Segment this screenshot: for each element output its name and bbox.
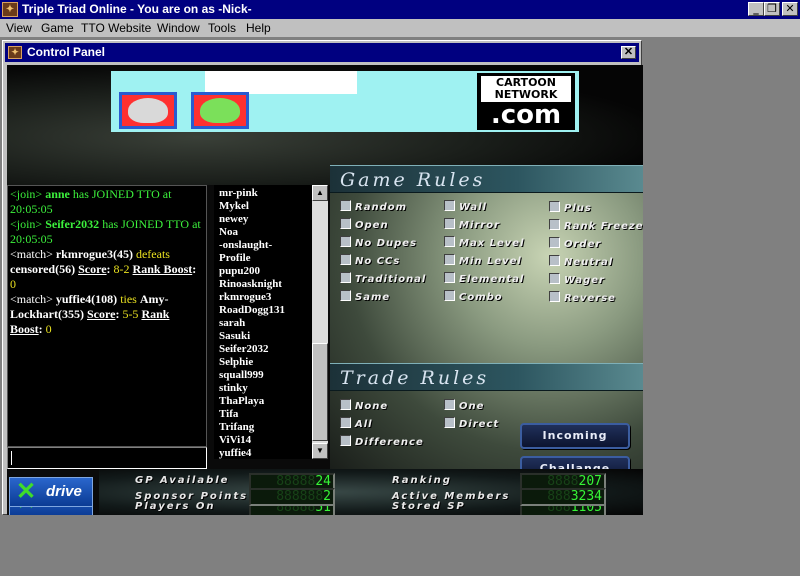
user-item[interactable]: stinky [219, 382, 307, 395]
user-item[interactable]: squall999 [219, 369, 307, 382]
tto-app-icon[interactable]: ✦ [2, 2, 18, 17]
user-item[interactable]: Seifer2032 [219, 343, 307, 356]
trade-rule-checkbox[interactable]: None [340, 399, 388, 414]
trade-rule-checkbox[interactable]: Direct [444, 417, 499, 432]
user-item[interactable]: Trifang [219, 421, 307, 434]
sponsor-banner[interactable]: CARTOON NETWORK .com [111, 71, 579, 132]
user-item[interactable]: yuffie4 [219, 447, 307, 459]
rule-checkbox[interactable]: Reverse [549, 291, 616, 306]
control-panel-title-bar[interactable]: ✦ Control Panel ✕ [5, 43, 639, 62]
user-item[interactable]: -onslaught- [219, 239, 307, 252]
menu-bar: View Game TTO Website Window Tools Help [0, 19, 800, 38]
restore-button[interactable]: ❐ [764, 2, 780, 16]
cartoon-network-logo[interactable]: CARTOON NETWORK .com [477, 73, 575, 130]
user-item[interactable]: sarah [219, 317, 307, 330]
rule-checkbox[interactable]: Elemental [444, 272, 524, 287]
active-members-value: 8883234 [520, 488, 606, 506]
close-app-button[interactable]: ✕ [782, 2, 798, 16]
powerpuff-thumbnail[interactable] [191, 92, 249, 129]
rule-checkbox[interactable]: No Dupes [340, 236, 417, 251]
rule-checkbox[interactable]: Combo [444, 290, 503, 305]
rule-checkbox[interactable]: Same [340, 290, 390, 305]
user-item[interactable]: Mykel [219, 200, 307, 213]
user-item[interactable]: ThaPlaya [219, 395, 307, 408]
user-item[interactable]: Profile [219, 252, 307, 265]
rule-checkbox[interactable]: Order [549, 237, 601, 252]
user-list[interactable]: mr-pink Mykel newey Noa -onslaught- Prof… [214, 185, 312, 459]
chat-message: <join> anne has JOINED TTO at 20:05:05 [10, 187, 172, 216]
chat-log[interactable]: <join> anne has JOINED TTO at 20:05:05 <… [7, 185, 207, 447]
text-caret [11, 451, 12, 465]
scroll-down-arrow-icon[interactable]: ▼ [312, 443, 328, 459]
sponsor-points-label: Sponsor Points [135, 491, 249, 502]
gp-available-label: GP Available [135, 475, 230, 486]
rule-checkbox[interactable]: No CCs [340, 254, 400, 269]
xdrive-button-2[interactable]: ✕ drive [9, 477, 93, 507]
ranking-label: Ranking [392, 475, 452, 486]
user-item[interactable]: Noa [219, 226, 307, 239]
rule-checkbox[interactable]: Traditional [340, 272, 426, 287]
menu-tto-website[interactable]: TTO Website [81, 19, 151, 38]
user-item[interactable]: Tifa [219, 408, 307, 421]
tto-window-icon: ✦ [8, 46, 22, 59]
rule-checkbox[interactable]: Max Level [444, 236, 525, 251]
user-item[interactable]: mr-pink [219, 187, 307, 200]
active-members-label: Active Members [392, 491, 511, 502]
rule-checkbox[interactable]: Min Level [444, 254, 522, 269]
bugs-bunny-thumbnail[interactable] [119, 92, 177, 129]
chat-message: <match> yuffie4(108) ties Amy-Lockhart(3… [10, 292, 170, 336]
chat-message: <match> rkmrogue3(45) defeats censored(5… [10, 247, 197, 291]
control-panel-title: Control Panel [27, 45, 106, 59]
chat-input[interactable] [7, 447, 207, 469]
app-title-bar: ✦ Triple Triad Online - You are on as -N… [0, 0, 800, 19]
user-item[interactable]: rkmrogue3 [219, 291, 307, 304]
menu-view[interactable]: View [6, 19, 32, 38]
incoming-button[interactable]: Incoming [520, 423, 630, 449]
close-panel-button[interactable]: ✕ [621, 46, 636, 59]
rule-checkbox[interactable]: Mirror [444, 218, 500, 233]
chat-message: <join> Seifer2032 has JOINED TTO at 20:0… [10, 217, 201, 246]
user-item[interactable]: RoadDogg131 [219, 304, 307, 317]
minimize-button[interactable]: _ [748, 2, 764, 16]
user-item[interactable]: Rinoasknight [219, 278, 307, 291]
scroll-thumb[interactable] [312, 343, 328, 441]
trade-rule-checkbox[interactable]: All [340, 417, 373, 432]
rules-panel: Game Rules Random Open No Dupes No CCs T… [330, 165, 643, 482]
user-item[interactable]: pupu200 [219, 265, 307, 278]
menu-game[interactable]: Game [41, 19, 74, 38]
menu-window[interactable]: Window [157, 19, 200, 38]
control-panel-window: ✦ Control Panel ✕ CARTOON NETWORK .com <… [2, 40, 643, 515]
app-title: Triple Triad Online - You are on as -Nic… [22, 2, 252, 16]
banner-blank-strip [205, 71, 357, 94]
user-list-scrollbar[interactable]: ▲ ▼ [312, 185, 328, 459]
trade-rules-heading: Trade Rules [330, 363, 643, 391]
trade-rule-checkbox[interactable]: Difference [340, 435, 424, 450]
rule-checkbox[interactable]: Rank Freeze [549, 219, 643, 234]
control-panel-content: CARTOON NETWORK .com <join> anne has JOI… [7, 65, 643, 515]
user-item[interactable]: ViVi14 [219, 434, 307, 447]
rule-checkbox[interactable]: Wager [549, 273, 605, 288]
trade-rule-checkbox[interactable]: One [444, 399, 484, 414]
xdrive-x-icon: ✕ [16, 478, 37, 505]
user-item[interactable]: Selphie [219, 356, 307, 369]
sponsor-points-value: 8888882 [249, 488, 335, 506]
rule-checkbox[interactable]: Wall [444, 200, 487, 215]
menu-tools[interactable]: Tools [208, 19, 236, 38]
rule-checkbox[interactable]: Neutral [549, 255, 613, 270]
rule-checkbox[interactable]: Random [340, 200, 407, 215]
rule-checkbox[interactable]: Plus [549, 201, 592, 216]
menu-help[interactable]: Help [246, 19, 271, 38]
user-item[interactable]: newey [219, 213, 307, 226]
user-item[interactable]: Sasuki [219, 330, 307, 343]
scroll-up-arrow-icon[interactable]: ▲ [312, 185, 328, 201]
game-rules-heading: Game Rules [330, 165, 643, 193]
rule-checkbox[interactable]: Open [340, 218, 389, 233]
